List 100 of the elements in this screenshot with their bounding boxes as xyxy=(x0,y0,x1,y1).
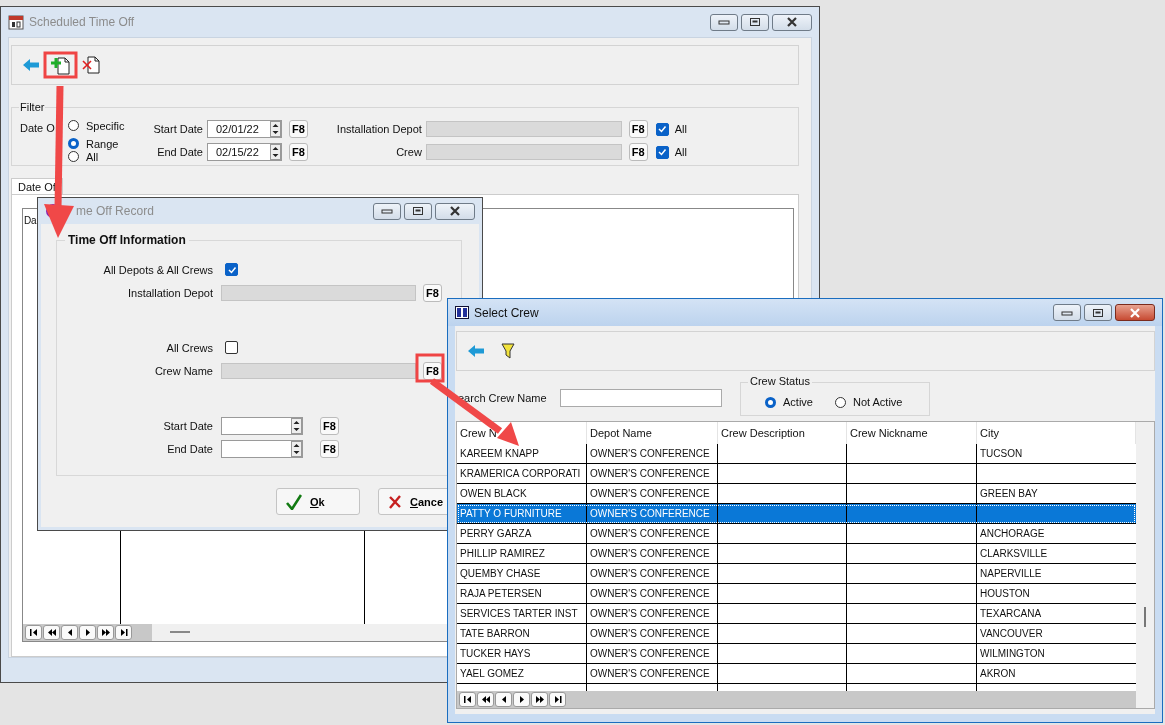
table-cell: OWNER'S CONFERENCE xyxy=(587,464,718,483)
maximize-button[interactable] xyxy=(404,202,432,220)
minimize-button[interactable] xyxy=(373,202,401,220)
table-cell: RAJA PETERSEN xyxy=(457,584,587,603)
checkbox[interactable] xyxy=(655,122,669,136)
maximize-button[interactable] xyxy=(741,13,769,31)
lookup-button[interactable]: F8 xyxy=(320,439,339,458)
field-label: Installation Depot xyxy=(335,123,422,135)
spinner-icon[interactable] xyxy=(291,417,302,434)
table-cell-text: AKRON xyxy=(979,667,1017,681)
radio-button[interactable] xyxy=(68,151,79,162)
checkbox-label: All xyxy=(674,123,687,135)
minimize-button[interactable] xyxy=(1053,304,1081,321)
radio-button[interactable] xyxy=(765,396,776,408)
group-title: Time Off Information xyxy=(65,233,189,247)
table-cell: KRAMERICA CORPORATI xyxy=(457,464,587,483)
table-cell: OWNER'S CONFERENCE xyxy=(587,544,718,563)
date-field[interactable] xyxy=(221,439,303,458)
lookup-field[interactable] xyxy=(425,121,622,137)
column-header[interactable]: Depot Name xyxy=(587,422,718,444)
column-header: Da xyxy=(24,215,37,226)
funnel-icon[interactable] xyxy=(501,343,515,359)
lookup-button[interactable]: F8 xyxy=(423,283,442,302)
checkbox[interactable] xyxy=(225,263,238,276)
scrollbar[interactable] xyxy=(1136,422,1154,708)
lookup-field[interactable] xyxy=(425,144,622,160)
page-nav-button[interactable] xyxy=(97,625,114,640)
spinner-icon[interactable] xyxy=(291,440,302,457)
radio-button[interactable] xyxy=(834,396,846,408)
table-cell: QUEMBY CHASE xyxy=(457,564,587,583)
table-row[interactable]: PERRY GARZA OWNER'S CONFERENCE ANCHORAGE xyxy=(457,524,1136,544)
minimize-button[interactable] xyxy=(710,13,738,31)
page-nav-button[interactable] xyxy=(43,625,60,640)
date-field[interactable]: 02/01/22 xyxy=(207,120,282,138)
lookup-button[interactable]: F8 xyxy=(628,120,648,138)
lookup-button[interactable]: F8 xyxy=(289,120,308,138)
table-row[interactable]: KRAMERICA CORPORATI OWNER'S CONFERENCE xyxy=(457,464,1136,484)
page-nav-button[interactable] xyxy=(549,692,566,707)
table-row[interactable]: TUCKER HAYS OWNER'S CONFERENCE WILMINGTON xyxy=(457,644,1136,664)
table-row[interactable]: KAREEM KNAPP OWNER'S CONFERENCE TUCSON xyxy=(457,444,1136,464)
page-nav-button[interactable] xyxy=(531,692,548,707)
lookup-button[interactable]: F8 xyxy=(628,143,648,161)
table-row[interactable]: YAEL GOMEZ OWNER'S CONFERENCE AKRON xyxy=(457,664,1136,684)
minimize-icon xyxy=(381,208,393,214)
radio-label: Active xyxy=(783,396,813,408)
spinner-icon[interactable] xyxy=(270,144,281,160)
close-button[interactable] xyxy=(435,202,475,220)
lookup-button[interactable]: F8 xyxy=(289,143,308,161)
delete-document-icon[interactable] xyxy=(82,55,102,75)
table-row[interactable]: PHILLIP RAMIREZ OWNER'S CONFERENCE CLARKSVILLE xyxy=(457,544,1136,564)
cross-icon xyxy=(388,494,402,509)
page-nav-button[interactable] xyxy=(25,625,42,640)
lookup-button[interactable]: F8 xyxy=(320,416,339,435)
page-nav-button[interactable] xyxy=(115,625,132,640)
page-nav-button[interactable] xyxy=(495,692,512,707)
spinner-icon[interactable] xyxy=(270,121,281,137)
lookup-field[interactable] xyxy=(221,284,416,301)
table-row[interactable]: QUEMBY CHASE OWNER'S CONFERENCE NAPERVILLE xyxy=(457,564,1136,584)
close-button[interactable] xyxy=(772,13,812,31)
minimize-icon xyxy=(718,19,730,25)
back-arrow-icon[interactable] xyxy=(22,58,40,72)
radio-button[interactable] xyxy=(68,138,79,149)
page-nav-button[interactable] xyxy=(61,625,78,640)
back-arrow-icon[interactable] xyxy=(467,344,485,358)
lookup-button[interactable]: F8 xyxy=(423,361,442,380)
table-cell: OWNER'S CONFERENCE xyxy=(587,504,718,523)
page-nav-button[interactable] xyxy=(79,625,96,640)
checkbox-label: All xyxy=(674,146,687,158)
column-header[interactable]: Crew Nickname xyxy=(847,422,977,444)
page-nav-button[interactable] xyxy=(459,692,476,707)
date-field[interactable]: 02/15/22 xyxy=(207,143,282,161)
date-field[interactable] xyxy=(221,416,303,435)
add-document-icon[interactable] xyxy=(51,55,71,75)
right-triangle-icon xyxy=(533,695,546,704)
table-cell: OWNER'S CONFERENCE xyxy=(587,624,718,643)
checkbox[interactable] xyxy=(225,341,238,354)
table-row[interactable]: SERVICES TARTER INST OWNER'S CONFERENCE TEXARCANA xyxy=(457,604,1136,624)
window-title: me Off Record xyxy=(76,204,155,218)
left-triangle-icon xyxy=(479,695,492,704)
field-label: Date O xyxy=(20,122,56,136)
field-label: Crew Name xyxy=(153,364,213,377)
table-row[interactable]: RAJA PETERSEN OWNER'S CONFERENCE HOUSTON xyxy=(457,584,1136,604)
page-nav-button[interactable] xyxy=(513,692,530,707)
page-nav-button[interactable] xyxy=(477,692,494,707)
radio-label: All xyxy=(86,150,99,163)
search-field[interactable] xyxy=(560,389,722,407)
column-header[interactable]: Crew Description xyxy=(718,422,847,444)
table-row[interactable]: TATE BARRON OWNER'S CONFERENCE VANCOUVER xyxy=(457,624,1136,644)
ok-button[interactable]: Ok xyxy=(276,488,360,515)
radio-button[interactable] xyxy=(68,120,79,131)
field-label: Installation Depot xyxy=(127,286,213,299)
checkbox[interactable] xyxy=(655,145,669,159)
close-button[interactable] xyxy=(1115,304,1155,321)
table-cell-text: GREEN BAY xyxy=(979,487,1039,501)
maximize-icon xyxy=(749,17,761,27)
table-row[interactable]: PATTY O FURNITURE OWNER'S CONFERENCE xyxy=(457,504,1136,524)
field-label: All Depots & All Crews xyxy=(102,263,213,276)
right-triangle-icon xyxy=(99,628,112,637)
lookup-field[interactable] xyxy=(221,362,416,379)
maximize-button[interactable] xyxy=(1084,304,1112,321)
